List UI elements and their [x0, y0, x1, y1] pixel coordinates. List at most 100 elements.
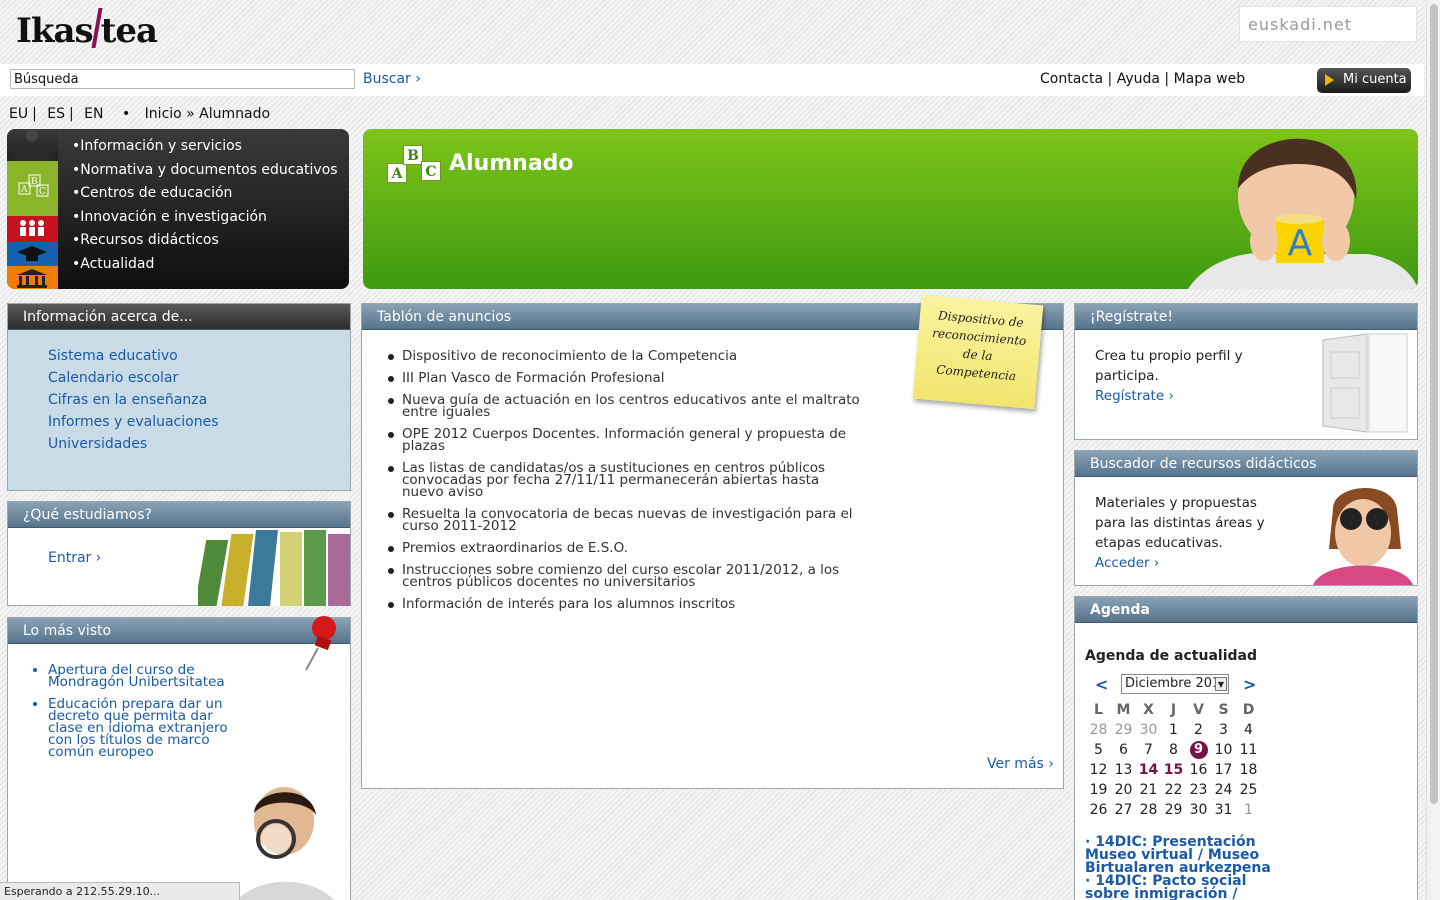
calendar-day[interactable]: 7 [1136, 740, 1161, 760]
calendar-day[interactable]: 29 [1161, 800, 1186, 820]
nav-item-centros[interactable]: •Centros de educación [72, 185, 338, 209]
calendar-day[interactable]: 20 [1111, 780, 1136, 800]
euskadi-logo[interactable]: euskadi.net [1239, 6, 1417, 42]
graduation-cap-icon[interactable] [7, 242, 58, 266]
calendar-grid: L M X J V S D 28 29 30 1 2 3 4 5 6 7 8 9… [1086, 700, 1261, 820]
calendar-day[interactable]: 30 [1136, 720, 1161, 740]
calendar-day[interactable]: 10 [1211, 740, 1236, 760]
abc-icon[interactable]: ABC [7, 161, 58, 216]
calendar-day-today[interactable]: 9 [1186, 740, 1211, 760]
buscador-panel: Buscador de recursos didácticos Material… [1074, 450, 1418, 586]
calendar-day[interactable]: 6 [1111, 740, 1136, 760]
breadcrumb[interactable]: Inicio » Alumnado [145, 106, 270, 122]
calendar-day[interactable]: 1 [1161, 720, 1186, 740]
calendar-day[interactable]: 16 [1186, 760, 1211, 780]
announcement-item[interactable]: III Plan Vasco de Formación Profesional [388, 371, 862, 385]
link-cifras[interactable]: Cifras en la enseñanza [48, 392, 350, 414]
page-title: Alumnado [449, 151, 574, 176]
announcement-item[interactable]: OPE 2012 Cuerpos Docentes. Información g… [388, 427, 862, 453]
calendar-day[interactable]: 24 [1211, 780, 1236, 800]
calendar-day[interactable]: 13 [1111, 760, 1136, 780]
open-door-image [1309, 332, 1415, 438]
info-panel: Información acerca de... Sistema educati… [7, 303, 351, 491]
calendar-prev-button[interactable]: < [1095, 675, 1108, 694]
scrollbar[interactable] [1426, 0, 1440, 900]
calendar-day[interactable]: 12 [1086, 760, 1111, 780]
postit-note[interactable]: Dispositivo de reconocimiento de la Comp… [912, 294, 1044, 410]
calendar-day[interactable]: 22 [1161, 780, 1186, 800]
link-informes[interactable]: Informes y evaluaciones [48, 414, 350, 436]
announcement-item[interactable]: Premios extraordinarios de E.S.O. [388, 541, 862, 555]
calendar-day[interactable]: 8 [1161, 740, 1186, 760]
agenda-news-item[interactable]: · 14DIC: Presentación Museo virtual / Mu… [1085, 835, 1285, 875]
calendar-day[interactable]: 25 [1236, 780, 1261, 800]
nav-item-normativa[interactable]: •Normativa y documentos educativos [72, 162, 338, 186]
lang-en[interactable]: EN [84, 106, 103, 122]
calendar-day[interactable]: 11 [1236, 740, 1261, 760]
calendar-day[interactable]: 5 [1086, 740, 1111, 760]
ver-mas-link[interactable]: Ver más › [987, 756, 1054, 772]
calendar-day[interactable]: 21 [1136, 780, 1161, 800]
calendar-day[interactable]: 3 [1211, 720, 1236, 740]
announcement-item[interactable]: Nueva guía de actuación en los centros e… [388, 393, 862, 419]
students-icon[interactable] [7, 216, 58, 242]
calendar-day[interactable]: 28 [1086, 720, 1111, 740]
svg-text:A: A [20, 185, 28, 195]
calendar-day[interactable]: 31 [1211, 800, 1236, 820]
registrate-text: Crea tu propio perfil y participa. [1095, 348, 1243, 384]
que-estudiamos-title: ¿Qué estudiamos? [8, 502, 350, 528]
lang-eu[interactable]: EU [9, 106, 28, 122]
announcement-item[interactable]: Instrucciones sobre comienzo del curso e… [388, 563, 862, 589]
agenda-news-item[interactable]: · 14DIC: Pacto social sobre inmigración … [1085, 874, 1285, 900]
language-bar: EU | ES | EN • Inicio » Alumnado [9, 106, 271, 122]
nav-item-recursos[interactable]: •Recursos didácticos [72, 232, 338, 256]
mi-cuenta-button[interactable]: Mi cuenta [1317, 68, 1411, 93]
building-icon[interactable] [7, 266, 58, 289]
calendar-day[interactable]: 18 [1236, 760, 1261, 780]
lang-es[interactable]: ES [47, 106, 65, 122]
calendar-day[interactable]: 4 [1236, 720, 1261, 740]
chevron-down-icon: ▼ [1215, 677, 1227, 691]
calendar-day[interactable]: 30 [1186, 800, 1211, 820]
calendar-day[interactable]: 17 [1211, 760, 1236, 780]
sitemap-link[interactable]: Mapa web [1174, 71, 1246, 87]
calendar-day[interactable]: 28 [1136, 800, 1161, 820]
nav-item-informacion[interactable]: •Información y servicios [72, 138, 338, 162]
calendar-day[interactable]: 19 [1086, 780, 1111, 800]
search-input[interactable] [10, 69, 355, 89]
mas-visto-item[interactable]: Apertura del curso de Mondragón Uniberts… [48, 663, 238, 689]
nav-item-actualidad[interactable]: •Actualidad [72, 256, 338, 280]
info-links: Sistema educativo Calendario escolar Cif… [8, 330, 350, 458]
contact-link[interactable]: Contacta [1040, 71, 1103, 87]
announcement-item[interactable]: Resuelta la convocatoria de becas nuevas… [388, 507, 862, 533]
announcement-item[interactable]: Información de interés para los alumnos … [388, 597, 862, 611]
link-sistema-educativo[interactable]: Sistema educativo [48, 348, 350, 370]
announcement-item[interactable]: Dispositivo de reconocimiento de la Comp… [388, 349, 862, 363]
announcement-item[interactable]: Las listas de candidatas/os a sustitucio… [388, 461, 862, 499]
link-universidades[interactable]: Universidades [48, 436, 350, 458]
scrollbar-thumb[interactable] [1430, 4, 1438, 804]
calendar-day[interactable]: 23 [1186, 780, 1211, 800]
calendar-day[interactable]: 27 [1111, 800, 1136, 820]
calendar-day[interactable]: 26 [1086, 800, 1111, 820]
acceder-link[interactable]: Acceder › [1095, 553, 1159, 573]
mas-visto-item[interactable]: Educación prepara dar un decreto que per… [48, 697, 238, 759]
ikastea-logo[interactable]: Ikas tea [16, 8, 158, 51]
link-calendario-escolar[interactable]: Calendario escolar [48, 370, 350, 392]
entrar-link[interactable]: Entrar › [48, 550, 101, 566]
calendar-day[interactable]: 29 [1111, 720, 1136, 740]
svg-text:B: B [31, 177, 38, 187]
weekday-label: S [1218, 702, 1229, 718]
registrate-panel: ¡Regístrate! Crea tu propio perfil y par… [1074, 303, 1418, 440]
search-button[interactable]: Buscar › [363, 71, 421, 87]
calendar-day[interactable]: 2 [1186, 720, 1211, 740]
calendar-day-event[interactable]: 15 [1161, 760, 1186, 780]
top-cap-icon[interactable] [7, 129, 58, 161]
calendar-next-button[interactable]: > [1243, 675, 1256, 694]
help-link[interactable]: Ayuda [1117, 71, 1160, 87]
calendar-day-event[interactable]: 14 [1136, 760, 1161, 780]
month-select[interactable]: Diciembre 2011 ▼ [1121, 674, 1229, 694]
registrate-link[interactable]: Regístrate › [1095, 386, 1174, 406]
nav-item-innovacion[interactable]: •Innovación e investigación [72, 209, 338, 233]
calendar-day[interactable]: 1 [1236, 800, 1261, 820]
